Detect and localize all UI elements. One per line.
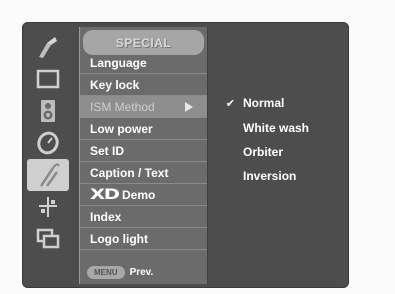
menu-item-label: Index — [90, 209, 122, 224]
option-inversion[interactable]: Inversion — [208, 165, 346, 187]
picture-category[interactable] — [27, 63, 69, 95]
option-label: Orbiter — [243, 145, 284, 159]
checkmark-icon: ✔ — [225, 97, 235, 110]
submenu-arrow-icon — [185, 102, 193, 112]
picture-icon — [36, 69, 60, 89]
menu-footer: MENU Prev. — [80, 260, 207, 284]
menu-item-label: Set ID — [90, 143, 125, 158]
menu-item-set-id[interactable]: Set ID — [80, 140, 207, 162]
category-icon-strip — [27, 27, 69, 283]
station-category[interactable] — [27, 31, 69, 63]
special-menu-panel: SPECIAL Language Key lock ISM Method Low… — [79, 27, 208, 284]
xd-logo: XD — [90, 186, 120, 203]
option-orbiter[interactable]: Orbiter — [208, 141, 346, 163]
menu-item-caption-text[interactable]: Caption / Text — [80, 162, 207, 184]
menu-item-label: Demo — [122, 187, 156, 202]
special-category[interactable] — [27, 159, 69, 191]
menu-item-label: Logo light — [90, 231, 148, 246]
menu-item-label: Language — [90, 55, 147, 70]
menu-item-low-power[interactable]: Low power — [80, 118, 207, 140]
ism-method-options: ✔ Normal White wash Orbiter Inversion — [208, 27, 346, 284]
option-label: White wash — [243, 121, 310, 135]
setup-category[interactable] — [27, 191, 69, 223]
menu-item-logo-light[interactable]: Logo light — [80, 228, 207, 250]
pip-icon — [36, 228, 60, 249]
menu-item-key-lock[interactable]: Key lock — [80, 74, 207, 96]
menu-item-label: Caption / Text — [90, 165, 169, 180]
tv-screen: SPECIAL Language Key lock ISM Method Low… — [0, 0, 395, 294]
option-white-wash[interactable]: White wash — [208, 117, 346, 139]
sound-category[interactable] — [27, 95, 69, 127]
sound-icon — [41, 100, 55, 122]
menu-item-language[interactable]: Language — [80, 52, 207, 74]
option-label: Inversion — [243, 169, 297, 183]
menu-item-label: Key lock — [90, 77, 140, 92]
time-icon — [37, 131, 59, 155]
setup-icon — [39, 197, 57, 217]
special-icon — [39, 163, 60, 187]
menu-item-index[interactable]: Index — [80, 206, 207, 228]
option-label: Normal — [243, 96, 285, 110]
menu-key-badge[interactable]: MENU — [87, 265, 125, 279]
prev-label: Prev. — [129, 266, 154, 278]
menu-item-xd-demo[interactable]: XD Demo — [80, 184, 207, 206]
menu-item-ism-method[interactable]: ISM Method — [80, 96, 207, 118]
time-category[interactable] — [27, 127, 69, 159]
station-icon — [39, 37, 57, 58]
menu-item-label: ISM Method — [90, 99, 155, 114]
pip-category[interactable] — [27, 223, 69, 255]
menu-item-label: Low power — [90, 121, 153, 136]
option-normal[interactable]: ✔ Normal — [208, 92, 346, 114]
